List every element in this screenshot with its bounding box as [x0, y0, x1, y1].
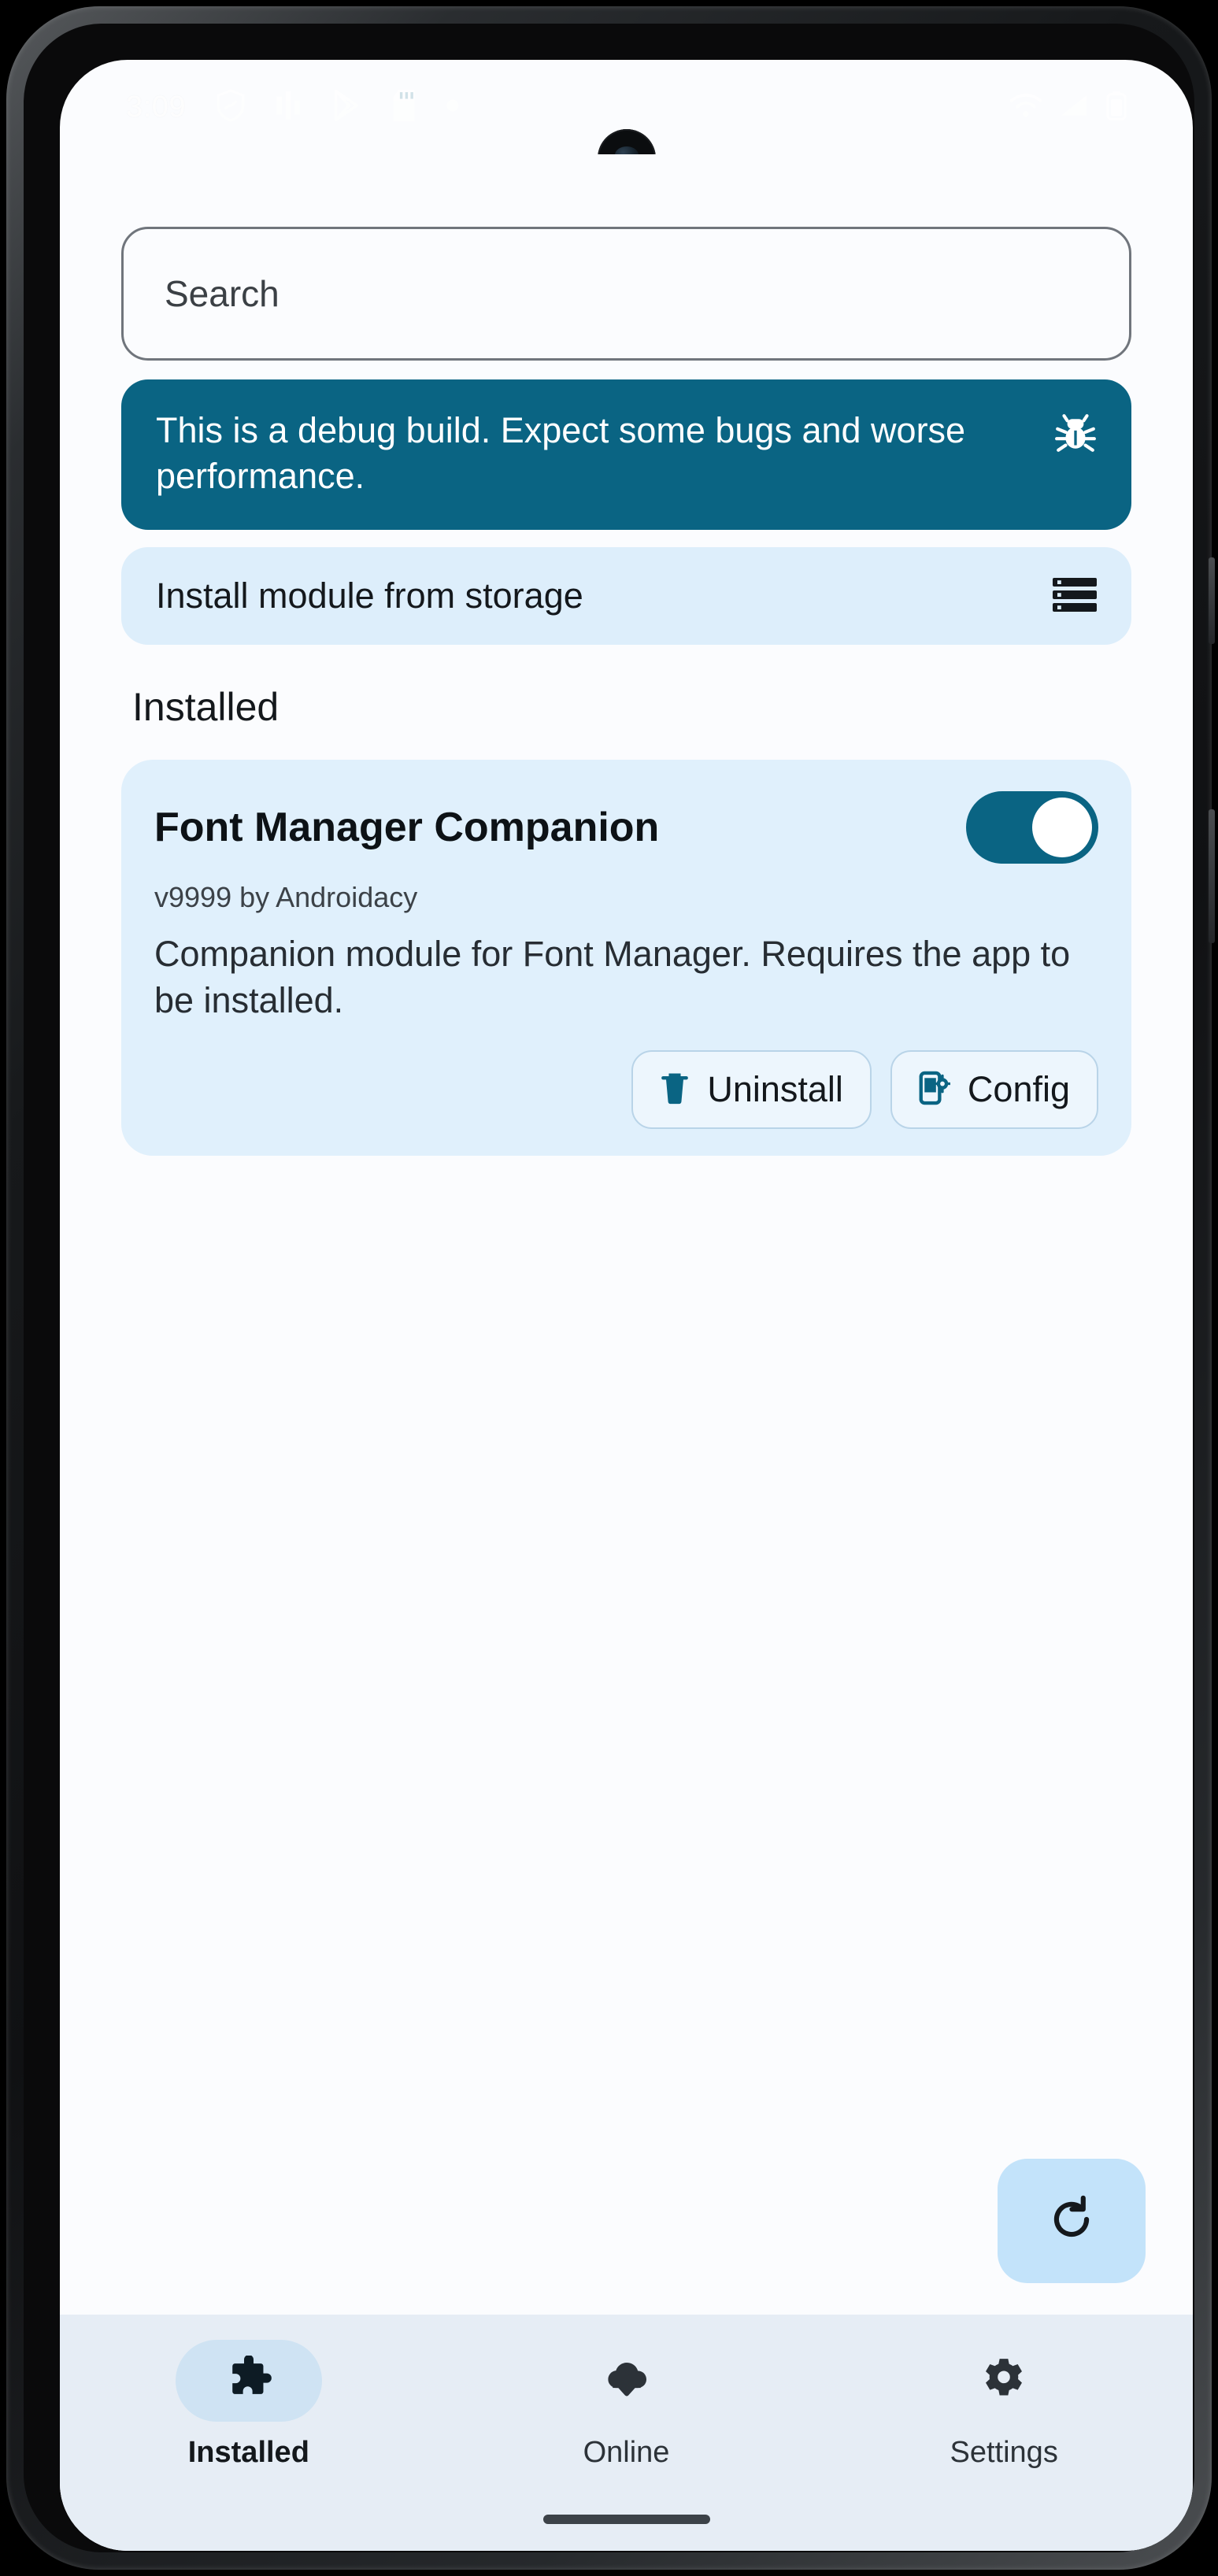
config-label: Config	[967, 1069, 1070, 1110]
signal-icon	[1059, 92, 1089, 123]
module-description: Companion module for Font Manager. Requi…	[154, 934, 1071, 1020]
uninstall-label: Uninstall	[707, 1069, 843, 1110]
nav-item-installed[interactable]: Installed	[60, 2340, 438, 2470]
bug-icon	[1054, 413, 1097, 459]
module-action-row: Uninstall Config	[154, 1050, 1098, 1130]
refresh-fab[interactable]	[998, 2159, 1146, 2283]
install-module-from-storage-button[interactable]: Install module from storage	[121, 547, 1131, 646]
search-placeholder: Search	[165, 273, 280, 314]
wifi-icon	[1009, 92, 1042, 123]
shield-icon	[216, 88, 246, 127]
content-area: Search This is a debug build. Expect som…	[60, 227, 1193, 1157]
play-store-icon	[331, 88, 362, 127]
nav-pill-installed[interactable]	[175, 2340, 322, 2422]
refresh-icon	[1047, 2195, 1096, 2248]
phone-screen: 3:09 Search This is a debug build. Expec…	[60, 60, 1193, 2551]
nav-item-settings[interactable]: Settings	[815, 2340, 1193, 2470]
nav-label-settings: Settings	[950, 2436, 1058, 2469]
module-enable-toggle[interactable]	[966, 791, 1098, 864]
battery-icon	[1106, 91, 1127, 124]
module-version-author: v9999 by Androidacy	[154, 881, 418, 914]
debug-build-banner[interactable]: This is a debug build. Expect some bugs …	[121, 379, 1131, 531]
uninstall-button[interactable]: Uninstall	[631, 1050, 872, 1130]
storage-list-icon	[1053, 576, 1097, 616]
phone-frame: 3:09 Search This is a debug build. Expec…	[6, 6, 1215, 2570]
section-title-installed: Installed	[132, 685, 280, 730]
nav-pill-online[interactable]	[553, 2340, 700, 2422]
nav-label-installed: Installed	[187, 2436, 309, 2469]
status-clock: 3:09	[126, 90, 186, 124]
toggle-knob	[1032, 798, 1092, 858]
dot-icon	[446, 98, 460, 117]
debug-banner-text: This is a debug build. Expect some bugs …	[156, 410, 966, 496]
nav-label-online: Online	[583, 2436, 670, 2469]
app-root: Search This is a debug build. Expect som…	[60, 154, 1193, 2551]
config-button[interactable]: Config	[890, 1050, 1098, 1130]
home-indicator[interactable]	[542, 2515, 710, 2524]
trash-icon	[660, 1071, 690, 1109]
sd-card-icon	[391, 88, 417, 127]
nav-pill-settings[interactable]	[931, 2340, 1077, 2422]
nav-item-online[interactable]: Online	[438, 2340, 816, 2470]
module-card[interactable]: Font Manager Companion v9999 by Androida…	[121, 760, 1131, 1157]
volume-button[interactable]	[1209, 557, 1215, 644]
status-right-icons	[1009, 91, 1127, 124]
cloud-download-icon	[602, 2356, 651, 2406]
install-row-label: Install module from storage	[156, 576, 583, 616]
module-title: Font Manager Companion	[154, 805, 660, 851]
phone-bezel: 3:09 Search This is a debug build. Expec…	[24, 24, 1194, 2552]
puzzle-icon	[225, 2354, 272, 2407]
status-left-icons	[216, 88, 460, 127]
config-phone-icon	[919, 1071, 952, 1109]
module-header: Font Manager Companion	[154, 791, 1098, 864]
equalizer-icon	[274, 88, 302, 127]
power-button[interactable]	[1209, 809, 1215, 943]
gear-icon	[981, 2356, 1027, 2406]
search-input[interactable]: Search	[121, 227, 1131, 361]
